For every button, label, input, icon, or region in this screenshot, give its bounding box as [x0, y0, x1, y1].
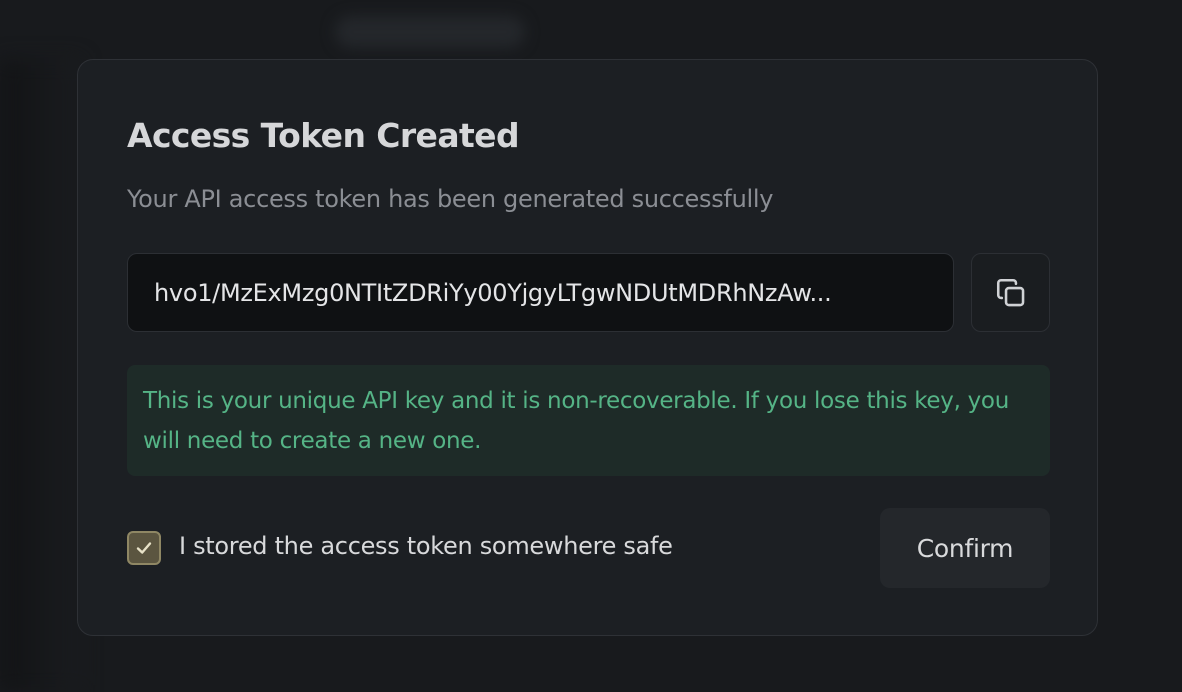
copy-icon: [996, 278, 1024, 306]
confirmation-row: I stored the access token somewhere safe…: [127, 508, 1050, 588]
dialog-subtitle: Your API access token has been generated…: [127, 185, 774, 213]
confirm-button[interactable]: Confirm: [880, 508, 1050, 588]
non-recoverable-warning: This is your unique API key and it is no…: [127, 365, 1050, 476]
blurred-background-element: [335, 16, 525, 48]
token-field[interactable]: hvo1/MzExMzg0NTItZDRiYy00YjgyLTgwNDUtMDR…: [127, 253, 954, 332]
access-token-dialog: Access Token Created Your API access tok…: [77, 59, 1098, 636]
checkmark-icon: [136, 542, 152, 554]
blurred-background-panel: [0, 60, 80, 692]
dialog-title: Access Token Created: [127, 116, 520, 155]
stored-token-checkbox[interactable]: [127, 531, 161, 565]
stored-token-checkbox-label[interactable]: I stored the access token somewhere safe: [179, 532, 673, 560]
token-value[interactable]: hvo1/MzExMzg0NTItZDRiYy00YjgyLTgwNDUtMDR…: [154, 279, 927, 307]
copy-token-button[interactable]: [971, 253, 1050, 332]
